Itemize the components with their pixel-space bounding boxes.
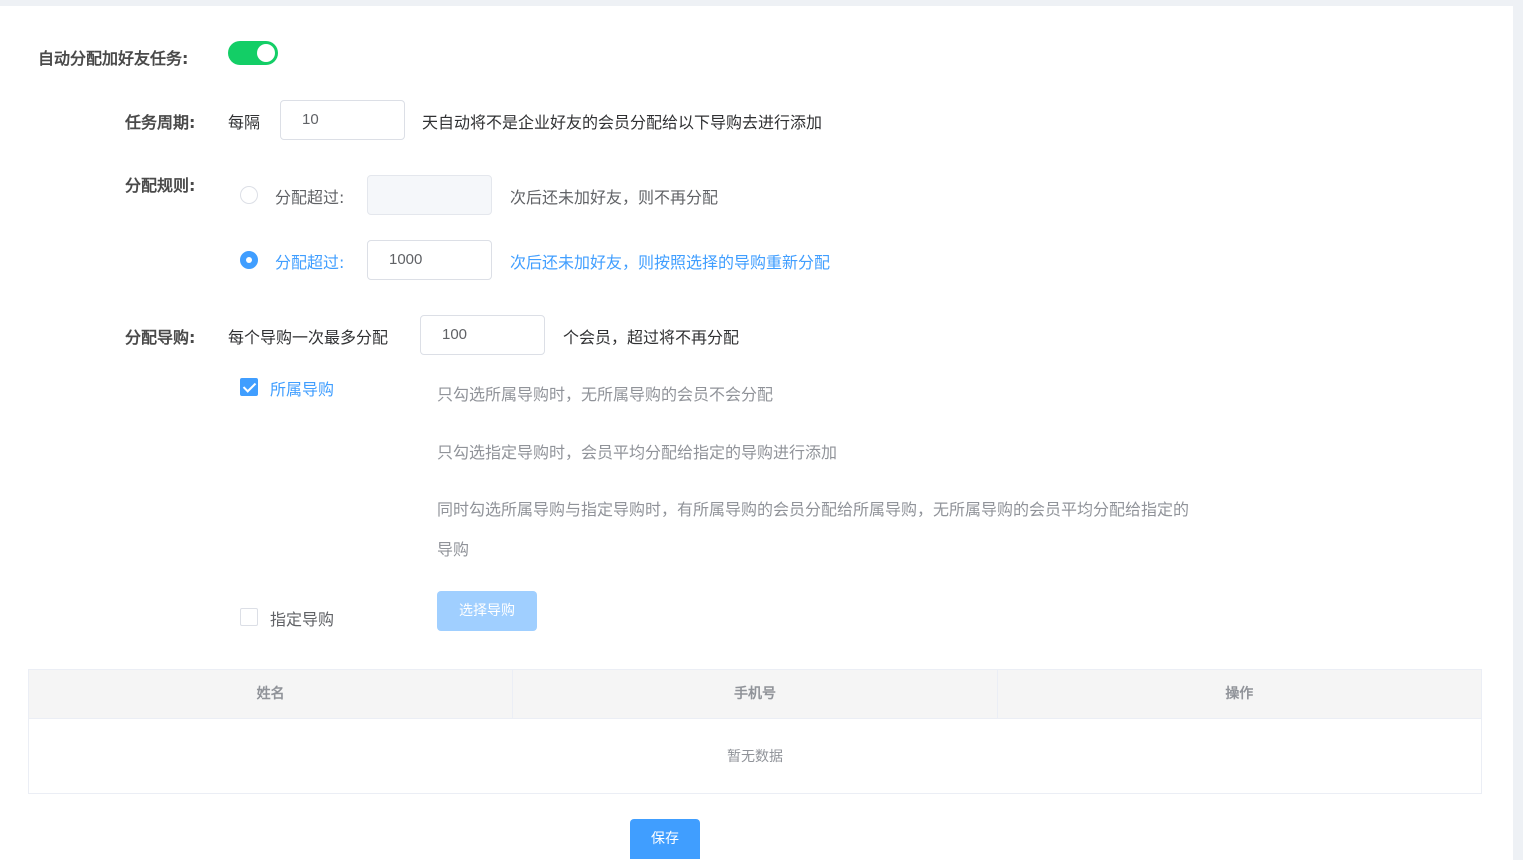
rule-option-2-prefix: 分配超过: bbox=[275, 253, 345, 272]
task-cycle-label: 任务周期: bbox=[125, 113, 196, 132]
rule-option-2-input[interactable]: 1000 bbox=[367, 240, 492, 280]
assign-rule-label: 分配规则: bbox=[125, 176, 196, 195]
choose-guide-button[interactable]: 选择导购 bbox=[437, 591, 537, 631]
column-header-phone: 手机号 bbox=[513, 670, 998, 718]
guide-limit-suffix: 个会员，超过将不再分配 bbox=[563, 328, 740, 347]
rule-option-1-radio[interactable] bbox=[240, 186, 258, 204]
auto-assign-label: 自动分配加好友任务: bbox=[38, 49, 189, 68]
column-header-action: 操作 bbox=[1225, 686, 1254, 702]
specified-guide-label[interactable]: 指定导购 bbox=[270, 606, 334, 630]
guide-note-2: 只勾选指定导购时，会员平均分配给指定的导购进行添加 bbox=[437, 443, 838, 462]
column-header-name: 姓名 bbox=[29, 670, 514, 718]
own-guide-checkbox[interactable] bbox=[240, 378, 258, 396]
rule-option-1-prefix: 分配超过: bbox=[275, 188, 345, 207]
rule-option-2-radio[interactable] bbox=[240, 251, 258, 269]
guide-table: 姓名 手机号 操作 暂无数据 bbox=[28, 669, 1482, 794]
cycle-suffix: 天自动将不是企业好友的会员分配给以下导购去进行添加 bbox=[422, 113, 823, 132]
rule-option-2-suffix: 次后还未加好友，则按照选择的导购重新分配 bbox=[510, 253, 831, 272]
own-guide-label[interactable]: 所属导购 bbox=[270, 376, 334, 400]
switch-knob bbox=[257, 44, 275, 62]
table-empty-text: 暂无数据 bbox=[727, 749, 783, 765]
guide-note-3-cont: 导购 bbox=[437, 540, 470, 559]
specified-guide-checkbox[interactable] bbox=[240, 608, 258, 626]
cycle-prefix: 每隔 bbox=[228, 113, 261, 132]
guide-limit-prefix: 每个导购一次最多分配 bbox=[228, 328, 389, 347]
rule-option-1-suffix: 次后还未加好友，则不再分配 bbox=[510, 188, 719, 207]
rule-option-1-input[interactable] bbox=[367, 175, 492, 215]
assign-guide-label: 分配导购: bbox=[125, 328, 196, 347]
save-button[interactable]: 保存 bbox=[630, 819, 700, 859]
guide-note-3: 同时勾选所属导购与指定导购时，有所属导购的会员分配给所属导购，无所属导购的会员平… bbox=[437, 500, 1190, 519]
auto-assign-switch[interactable] bbox=[228, 41, 278, 65]
table-header: 姓名 手机号 操作 bbox=[29, 670, 1481, 719]
guide-limit-input[interactable]: 100 bbox=[420, 315, 545, 355]
guide-note-1: 只勾选所属导购时，无所属导购的会员不会分配 bbox=[437, 385, 774, 404]
cycle-days-input[interactable]: 10 bbox=[280, 100, 405, 140]
